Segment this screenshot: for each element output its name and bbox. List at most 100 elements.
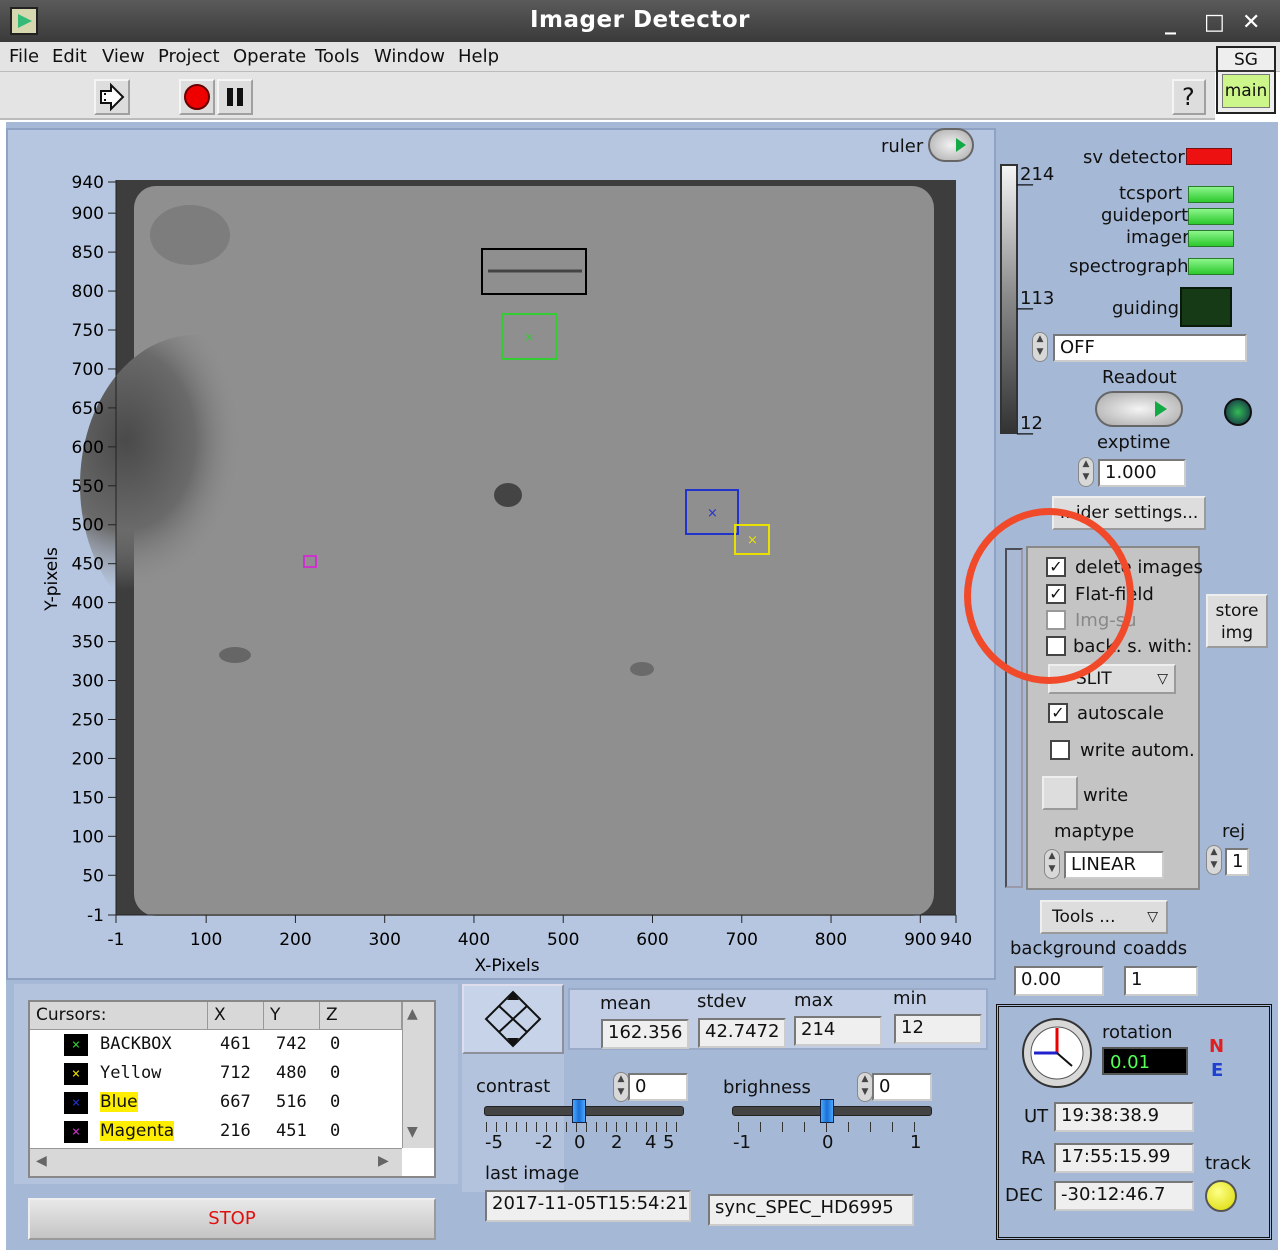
cursor-x: 712 <box>220 1063 251 1083</box>
maptype-field[interactable]: LINEAR <box>1064 851 1164 879</box>
compass <box>1020 1016 1094 1090</box>
tools-dropdown[interactable]: Tools ... ▽ <box>1040 900 1168 934</box>
maximize-button[interactable]: □ <box>1204 10 1225 35</box>
menu-help[interactable]: Help <box>458 46 499 67</box>
dust-spot <box>150 205 230 265</box>
menu-file[interactable]: File <box>9 46 39 67</box>
menu-project[interactable]: Project <box>158 46 220 67</box>
guiding-label: guiding <box>1112 298 1180 319</box>
y-tick-label: 800 <box>72 282 104 302</box>
background-label: background <box>1010 938 1117 959</box>
close-button[interactable]: ✕ <box>1242 10 1260 35</box>
write-autom-label: write autom. <box>1080 740 1195 761</box>
cursor-x: 216 <box>220 1121 251 1141</box>
y-tick-label: 100 <box>72 827 104 847</box>
min-label: min <box>893 988 927 1009</box>
chevron-down-icon: ▽ <box>1157 671 1168 687</box>
x-tick-label: 200 <box>279 930 311 950</box>
last-image-time: 2017-11-05T15:54:21 <box>485 1190 691 1222</box>
cursor-y: 480 <box>276 1063 307 1083</box>
brightness-tick-1: 1 <box>910 1132 922 1153</box>
cursor-name: Yellow <box>100 1063 162 1083</box>
ruler-toggle[interactable] <box>928 128 974 162</box>
x-tick-label: 940 <box>940 930 972 950</box>
dust-spot <box>494 483 522 507</box>
menu-edit[interactable]: Edit <box>52 46 87 67</box>
x-tick-label: 800 <box>815 930 847 950</box>
brightness-spinner[interactable]: ▲ ▼ <box>857 1072 873 1102</box>
readout-button[interactable] <box>1095 391 1183 427</box>
last-image-file: sync_SPEC_HD6995 <box>708 1194 914 1226</box>
contrast-spinner[interactable]: ▲ ▼ <box>613 1072 629 1102</box>
highlight-circle <box>964 508 1134 684</box>
east-label: E <box>1211 1060 1224 1081</box>
rej-spinner[interactable]: ▲ ▼ <box>1206 845 1222 875</box>
z-header: Z <box>320 1002 402 1030</box>
cursor-row[interactable]: × Yellow 712 480 0 <box>30 1059 402 1088</box>
exptime-label: exptime <box>1097 432 1171 453</box>
y-tick-label: 200 <box>72 749 104 769</box>
track-led[interactable] <box>1205 1180 1237 1212</box>
scroll-up-icon: ▲ <box>407 1006 418 1022</box>
menu-operate[interactable]: Operate <box>233 46 306 67</box>
menu-bar: File Edit View Project Operate Tools Win… <box>0 42 1280 72</box>
cursors-hscroll[interactable]: ◀ ▶ <box>30 1148 402 1176</box>
guiding-mode-spinner[interactable]: ▲ ▼ <box>1032 332 1048 362</box>
abort-button[interactable] <box>179 79 215 115</box>
exptime-spinner[interactable]: ▲ ▼ <box>1078 457 1094 487</box>
write-button[interactable] <box>1042 776 1078 810</box>
max-label: max <box>794 990 834 1011</box>
spectrograph-label: spectrograph <box>1069 256 1189 277</box>
y-tick-label: 500 <box>72 516 104 536</box>
cursor-color-swatch: × <box>64 1092 88 1114</box>
ut-label: UT <box>1024 1106 1049 1127</box>
cursor-y: 742 <box>276 1034 307 1054</box>
coadds-field[interactable]: 1 <box>1124 966 1198 996</box>
x-tick-label: 600 <box>636 930 668 950</box>
cursor-row[interactable]: × BACKBOX 461 742 0 <box>30 1030 402 1059</box>
y-tick-label: 400 <box>72 594 104 614</box>
cursor-row[interactable]: × Magenta 216 451 0 <box>30 1117 402 1146</box>
pause-button[interactable] <box>217 79 253 115</box>
run-arrow-button[interactable] <box>94 79 130 115</box>
cursor-row[interactable]: × Blue 667 516 0 <box>30 1088 402 1117</box>
maptype-spinner[interactable]: ▲ ▼ <box>1044 849 1060 879</box>
contrast-tick-2: 2 <box>611 1132 623 1153</box>
stop-button[interactable]: STOP <box>28 1198 436 1240</box>
move-icon <box>484 990 542 1048</box>
y-tick-label: 150 <box>72 788 104 808</box>
background-field[interactable]: 0.00 <box>1014 966 1104 996</box>
cursors-vscroll[interactable]: ▲ ▼ <box>402 1002 434 1148</box>
menu-tools[interactable]: Tools <box>315 46 359 67</box>
exptime-field[interactable]: 1.000 <box>1098 459 1186 487</box>
store-img-button[interactable]: store img <box>1206 594 1268 648</box>
y-tick-label: 650 <box>72 399 104 419</box>
scroll-down-icon: ▼ <box>407 1124 418 1140</box>
help-button[interactable]: ? <box>1172 79 1206 115</box>
brightness-slider-thumb[interactable] <box>820 1099 834 1123</box>
y-header: Y <box>264 1002 320 1030</box>
image-plot[interactable]: × × × 9409008508007507006506005505004504… <box>30 165 980 980</box>
min-value: 12 <box>894 1014 982 1044</box>
sg-main-button[interactable]: main <box>1222 74 1270 108</box>
write-autom-checkbox[interactable] <box>1050 740 1070 760</box>
autoscale-checkbox[interactable]: ✓ <box>1048 703 1068 723</box>
minimize-button[interactable]: _ <box>1165 10 1176 35</box>
cursor-x: 667 <box>220 1092 251 1112</box>
maptype-label: maptype <box>1054 821 1135 842</box>
cursor-color-swatch: × <box>64 1121 88 1143</box>
contrast-field[interactable]: 0 <box>628 1073 688 1101</box>
brightness-tick-m1: -1 <box>733 1132 751 1153</box>
pan-button[interactable] <box>462 984 564 1054</box>
brightness-field[interactable]: 0 <box>872 1073 932 1101</box>
menu-window[interactable]: Window <box>374 46 445 67</box>
menu-view[interactable]: View <box>102 46 145 67</box>
rotation-label: rotation <box>1102 1022 1173 1043</box>
y-tick-label: 850 <box>72 243 104 263</box>
rej-field[interactable]: 1 <box>1225 848 1249 876</box>
y-axis-label: Y-pixels <box>42 547 62 612</box>
y-tick-label: 350 <box>72 633 104 653</box>
guiding-mode-field[interactable]: OFF <box>1053 334 1247 362</box>
contrast-slider-thumb[interactable] <box>572 1099 586 1123</box>
cursors-header: Cursors: <box>30 1002 208 1030</box>
